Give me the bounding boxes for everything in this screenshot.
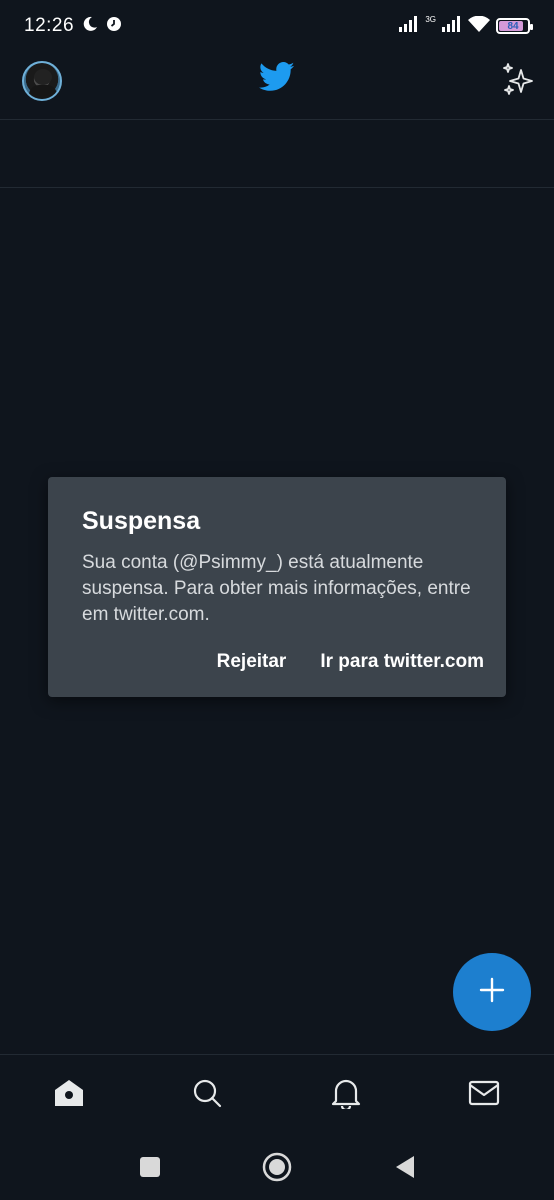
status-left: 12:26 [24,15,122,37]
twitter-bird-icon [259,62,295,96]
plus-icon [478,976,506,1009]
battery-level: 84 [507,20,519,32]
timeline-tabs-bar [0,121,554,188]
signal-icon [399,15,419,37]
dialog-title: Suspensa [82,507,201,535]
home-circle-icon[interactable] [262,1152,292,1182]
system-nav [0,1134,554,1200]
bottom-nav [0,1054,554,1134]
network-type: 3G [425,14,436,24]
wifi-icon [468,15,490,37]
profile-avatar[interactable] [22,61,62,101]
messages-icon[interactable] [466,1075,502,1111]
status-bar: 12:26 3G 84 [0,0,554,52]
app-header [0,52,554,120]
back-icon[interactable] [390,1152,420,1182]
signal-icon-2 [442,15,462,37]
status-time: 12:26 [24,15,75,36]
dialog-actions: Rejeitar Ir para twitter.com [217,651,484,673]
moon-icon [82,16,98,37]
recents-icon[interactable] [135,1152,165,1182]
go-to-twitter-button[interactable]: Ir para twitter.com [320,651,484,673]
home-icon[interactable] [51,1075,87,1111]
suspension-dialog: Suspensa Sua conta (@Psimmy_) está atual… [48,477,506,697]
clock-icon [106,16,122,37]
battery-icon: 84 [496,18,533,34]
search-icon[interactable] [189,1075,225,1111]
notifications-icon[interactable] [328,1075,364,1111]
status-right: 3G 84 [399,14,533,37]
compose-button[interactable] [453,953,531,1031]
dialog-body: Sua conta (@Psimmy_) está atualmente sus… [82,552,471,625]
sparkle-icon[interactable] [500,62,540,102]
reject-button[interactable]: Rejeitar [217,651,287,673]
